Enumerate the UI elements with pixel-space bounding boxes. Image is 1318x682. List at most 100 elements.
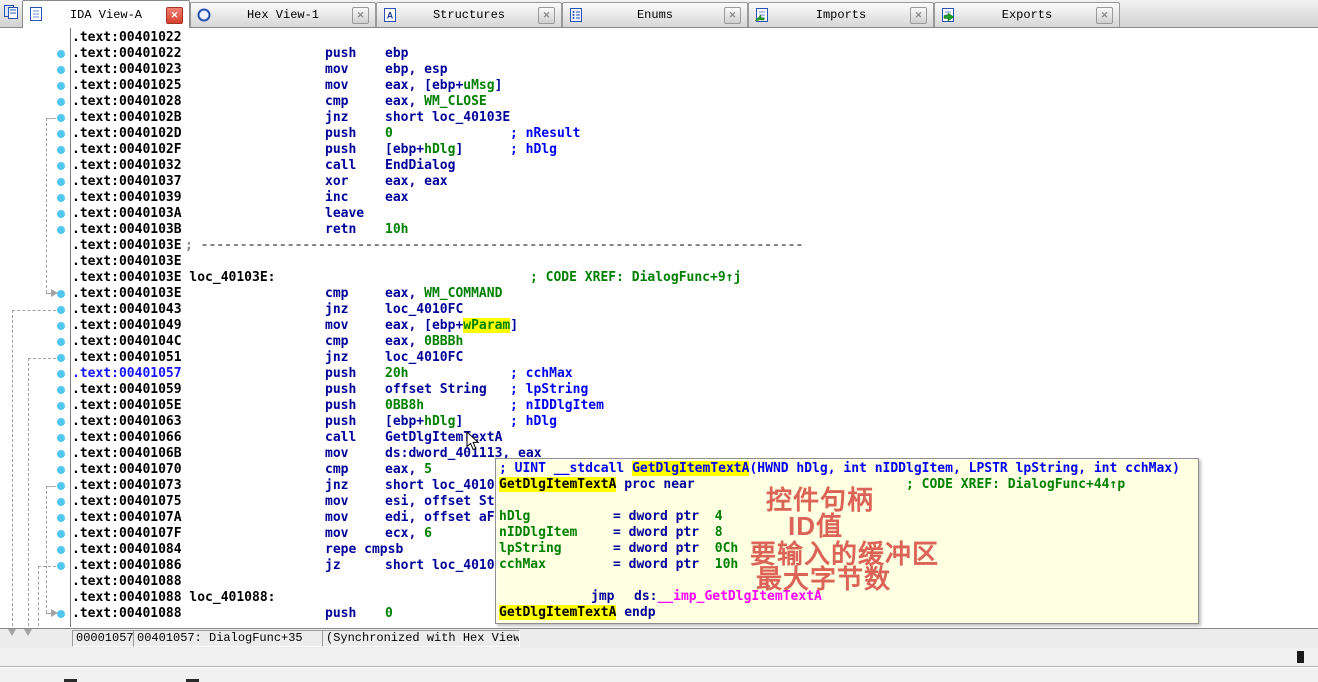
listing-line[interactable]: .text:00401039 inc eax	[0, 190, 1318, 206]
listing-line[interactable]: .text:00401025 mov eax, [ebp+uMsg]	[0, 78, 1318, 94]
lower-panel	[0, 648, 1318, 667]
instruction-dot	[57, 402, 65, 410]
listing-line[interactable]: .text:0040103B retn 10h	[0, 222, 1318, 238]
listing-line[interactable]: .text:00401063 push [ebp+hDlg]; hDlg	[0, 414, 1318, 430]
tab-label: Hex View-1	[246, 8, 319, 22]
instruction-dot	[57, 418, 65, 426]
tab-label: IDA View-A	[69, 8, 142, 22]
listing-line[interactable]: .text:00401022	[0, 30, 1318, 46]
listing-line[interactable]: .text:0040103E cmp eax, WM_COMMAND	[0, 286, 1318, 302]
tab-close-button[interactable]: ✕	[910, 7, 927, 24]
jump-continues-down-icon	[24, 629, 32, 636]
listing-line[interactable]: .text:0040104C cmp eax, 0BBBh	[0, 334, 1318, 350]
instruction-dot	[57, 498, 65, 506]
tab-close-button[interactable]: ✕	[538, 7, 555, 24]
jump-line	[28, 358, 29, 626]
tab-close-button[interactable]: ✕	[1096, 7, 1113, 24]
instruction-dot	[57, 370, 65, 378]
instruction-dot	[57, 546, 65, 554]
jump-arrow-icon	[51, 289, 58, 297]
tab-imports[interactable]: Imports ✕	[748, 2, 934, 27]
tab-label: Enums	[636, 8, 673, 22]
pages-icon	[0, 0, 22, 27]
hint-line: ; UINT __stdcall GetDlgItemTextA(HWND hD…	[499, 461, 1180, 476]
listing-line[interactable]: .text:0040102F push [ebp+hDlg]; hDlg	[0, 142, 1318, 158]
instruction-dot	[57, 386, 65, 394]
mouse-cursor-icon	[466, 431, 480, 451]
instruction-dot	[57, 338, 65, 346]
instruction-dot	[57, 450, 65, 458]
instruction-dot	[57, 466, 65, 474]
instruction-dot	[57, 226, 65, 234]
listing-line[interactable]: .text:0040102B jnz short loc_40103E	[0, 110, 1318, 126]
listing-line[interactable]: .text:0040103A leave	[0, 206, 1318, 222]
instruction-dot	[57, 114, 65, 122]
listing-line[interactable]: .text:0040105E push 0BB8h; nIDDlgItem	[0, 398, 1318, 414]
jump-line	[46, 118, 47, 293]
listing-line[interactable]: .text:00401037 xor eax, eax	[0, 174, 1318, 190]
instruction-dot	[57, 50, 65, 58]
tab-close-button[interactable]: ✕	[724, 7, 741, 24]
status-field-0: 00001057	[72, 630, 137, 647]
annotation-text: 最大字节数	[756, 564, 892, 594]
listing-line[interactable]: .text:00401043 jnz loc_4010FC	[0, 302, 1318, 318]
instruction-dot	[57, 194, 65, 202]
instruction-dot	[57, 82, 65, 90]
listing-line[interactable]: .text:00401051 jnz loc_4010FC	[0, 350, 1318, 366]
jump-line	[12, 310, 13, 626]
jump-line	[46, 486, 47, 613]
instruction-dot	[57, 530, 65, 538]
tab-ida-view-a[interactable]: IDA View-A ✕	[22, 0, 190, 29]
listing-line[interactable]: .text:00401032 call EndDialog	[0, 158, 1318, 174]
instruction-dot	[57, 482, 65, 490]
tab-bar: IDA View-A ✕ Hex View-1 ✕ A Structures ✕ Enums ✕…	[0, 0, 1318, 29]
jump-line	[38, 566, 39, 626]
instruction-dot	[57, 562, 65, 570]
tab-label: Exports	[1001, 8, 1053, 22]
instruction-dot	[57, 354, 65, 362]
tab-close-button[interactable]: ✕	[352, 7, 369, 24]
jump-line	[28, 358, 56, 359]
tab-label: Imports	[815, 8, 867, 22]
tab-enums[interactable]: Enums ✕	[562, 2, 748, 27]
tab-close-button[interactable]: ✕	[166, 7, 183, 24]
listing-line[interactable]: .text:00401057 push 20h; cchMax	[0, 366, 1318, 382]
jump-arrow-icon	[51, 609, 58, 617]
instruction-dot	[57, 306, 65, 314]
listing-line[interactable]: .text:00401059 push offset String; lpStrin…	[0, 382, 1318, 398]
tab-structures[interactable]: A Structures ✕	[376, 2, 562, 27]
tab-exports[interactable]: Exports ✕	[934, 2, 1120, 27]
instruction-dot	[57, 130, 65, 138]
listing-line[interactable]: .text:0040103E; ------------------------…	[0, 238, 1318, 254]
instruction-dot	[57, 610, 65, 618]
hint-line: GetDlgItemTextA endp	[499, 605, 656, 620]
jump-continues-down-icon	[8, 629, 16, 636]
status-field-2: (Synchronized with Hex View-1)	[322, 630, 520, 647]
status-field-1: 00401057: DialogFunc+35	[133, 630, 326, 647]
listing-line[interactable]: .text:00401022 push ebp	[0, 46, 1318, 62]
instruction-dot	[57, 178, 65, 186]
ida-window: IDA View-A ✕ Hex View-1 ✕ A Structures ✕ Enums ✕…	[0, 0, 1318, 682]
instruction-dot	[57, 514, 65, 522]
listing-line[interactable]: .text:00401023 mov ebp, esp	[0, 62, 1318, 78]
instruction-dot	[57, 290, 65, 298]
listing-line[interactable]: .text:00401049 mov eax, [ebp+wParam]	[0, 318, 1318, 334]
listing-line[interactable]: .text:00401066 call GetDlgItemTextA	[0, 430, 1318, 446]
status-bar: 00001057 00401057: DialogFunc+35 (Synchron…	[0, 628, 1318, 648]
listing-line[interactable]: .text:0040103E loc_40103E:; CODE XREF: D…	[0, 270, 1318, 286]
tab-label: Structures	[432, 8, 505, 22]
instruction-dot	[57, 66, 65, 74]
instruction-dot	[57, 322, 65, 330]
jump-line	[12, 310, 56, 311]
resize-grip[interactable]	[1297, 651, 1304, 663]
listing-line[interactable]: .text:00401028 cmp eax, WM_CLOSE	[0, 94, 1318, 110]
tab-hex-view-1[interactable]: Hex View-1 ✕	[190, 2, 376, 27]
listing-line[interactable]: .text:0040102D push 0; nResult	[0, 126, 1318, 142]
instruction-dot	[57, 434, 65, 442]
instruction-dot	[57, 162, 65, 170]
listing-line[interactable]: .text:0040103E	[0, 254, 1318, 270]
instruction-dot	[57, 210, 65, 218]
jump-line	[46, 486, 56, 487]
instruction-dot	[57, 98, 65, 106]
jump-line	[38, 566, 56, 567]
